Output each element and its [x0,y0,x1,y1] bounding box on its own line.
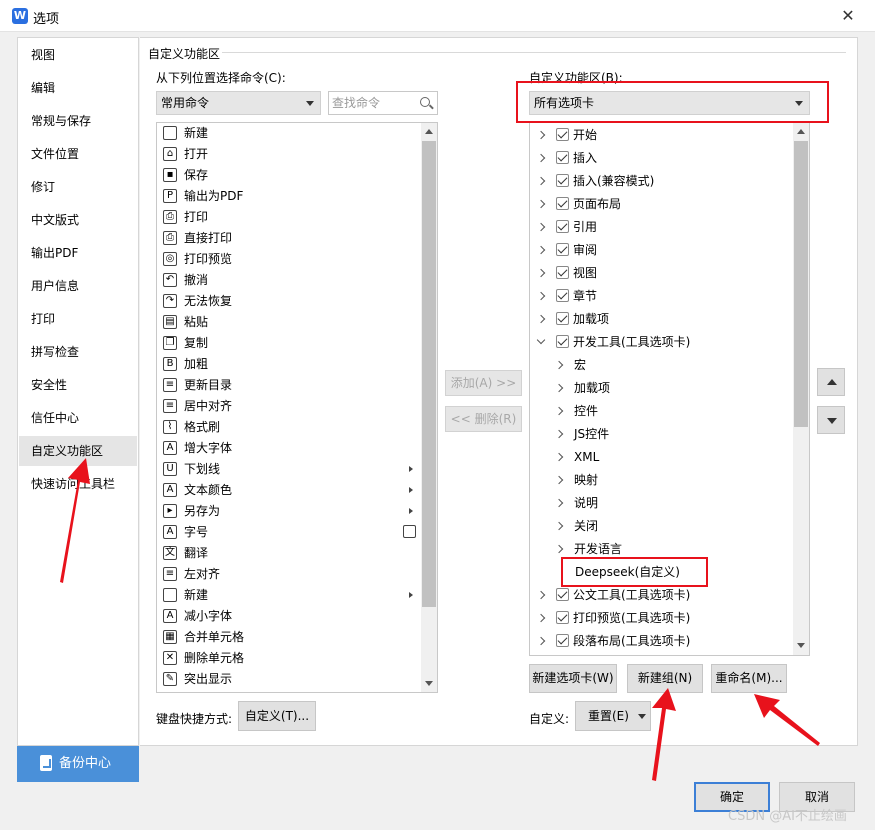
watermark: CSDN @AI不止绘画 [728,809,847,824]
annotation-arrow-sidebar [60,458,90,583]
annotation-arrow-new-group [652,688,676,781]
annotation-arrows [60,458,820,781]
annotation-arrow-rename [754,694,820,746]
